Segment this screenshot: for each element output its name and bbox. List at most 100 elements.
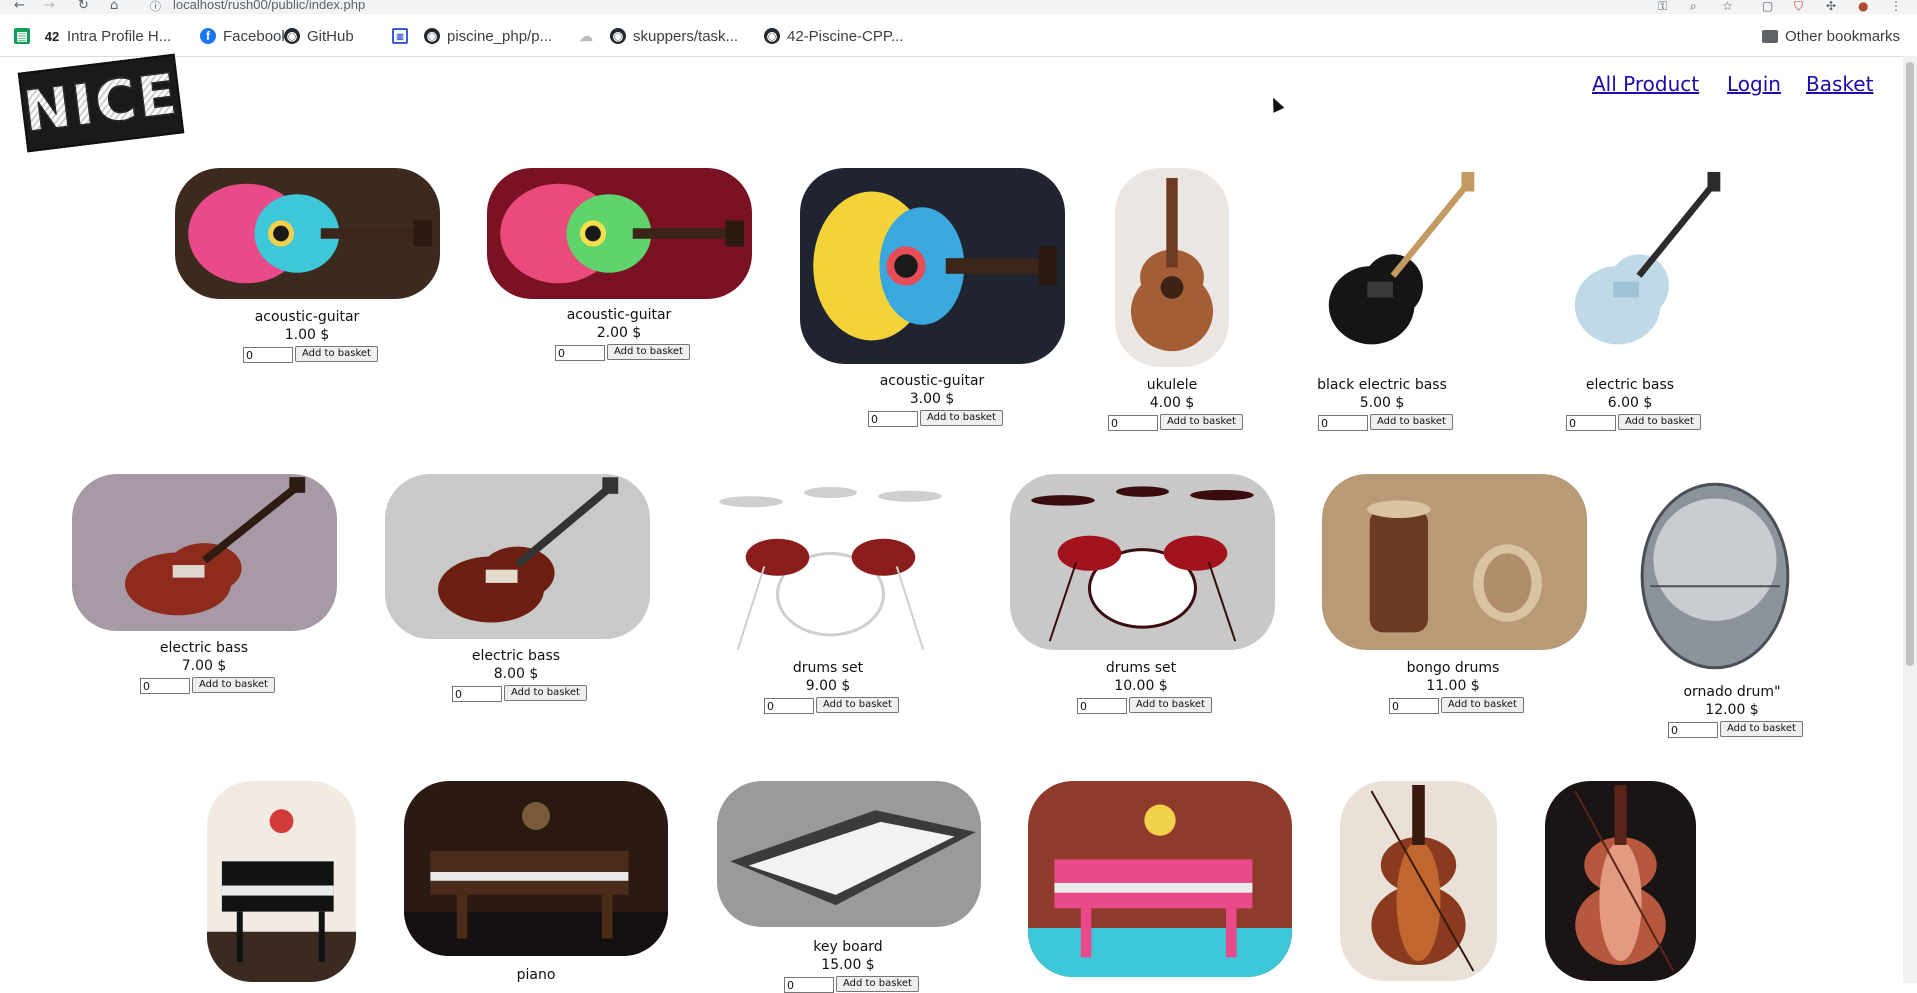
bookmark-label: Intra Profile H... xyxy=(67,27,172,45)
keyboard-image[interactable] xyxy=(717,781,981,927)
product-name: ukulele xyxy=(1146,377,1198,393)
bookmark-item[interactable]: 42 Intra Profile H... xyxy=(44,25,171,47)
bookmark-label: GitHub xyxy=(307,27,354,45)
grand-piano-image[interactable] xyxy=(1028,781,1292,977)
product-price: 3.00 $ xyxy=(909,391,955,407)
add-to-basket-button[interactable]: Add to basket xyxy=(192,677,275,693)
quantity-input[interactable] xyxy=(1566,415,1616,431)
quantity-input[interactable] xyxy=(1668,722,1718,738)
bookmark-item[interactable]: f Facebook xyxy=(200,25,289,47)
bookmark-item[interactable]: ◉ 42-Piscine-CPP... xyxy=(764,25,903,47)
snare-drum-image[interactable] xyxy=(1634,474,1796,678)
nav-all-product[interactable]: All Product xyxy=(1592,72,1699,96)
add-to-basket-button[interactable]: Add to basket xyxy=(1129,697,1212,713)
url-text[interactable]: localhost/rush00/public/index.php xyxy=(173,0,365,12)
bookmark-label: piscine_php/p... xyxy=(447,27,553,45)
violin-image[interactable] xyxy=(1545,781,1696,981)
add-to-basket-button[interactable]: Add to basket xyxy=(1370,414,1453,430)
product-price: 15.00 $ xyxy=(821,957,875,973)
acoustic-guitar-image[interactable] xyxy=(800,168,1065,364)
sheets-icon: ▤ xyxy=(14,28,30,44)
product-name: key board xyxy=(813,939,883,955)
product-name: ornado drum" xyxy=(1683,684,1781,700)
github-icon: ◉ xyxy=(610,28,626,44)
product-price: 11.00 $ xyxy=(1426,678,1480,694)
bookmark-item[interactable]: ◉ piscine_php/p... xyxy=(424,25,552,47)
info-icon[interactable]: ⓘ xyxy=(150,0,161,14)
nav-basket[interactable]: Basket xyxy=(1806,72,1873,96)
github-icon: ◉ xyxy=(764,28,780,44)
quantity-input[interactable] xyxy=(1318,415,1368,431)
reload-icon[interactable]: ↻ xyxy=(78,0,89,12)
violin-image[interactable] xyxy=(1340,781,1497,981)
ukulele-image[interactable] xyxy=(1115,168,1229,367)
quantity-input[interactable] xyxy=(1077,698,1127,714)
quantity-input[interactable] xyxy=(764,698,814,714)
home-icon[interactable]: ⌂ xyxy=(110,0,118,12)
bookmark-item[interactable]: ▤ xyxy=(14,25,30,47)
electric-bass-image[interactable] xyxy=(385,474,650,639)
add-to-basket-button[interactable]: Add to basket xyxy=(836,976,919,992)
quantity-input[interactable] xyxy=(1389,698,1439,714)
product-price: 10.00 $ xyxy=(1114,678,1168,694)
electric-bass-image[interactable] xyxy=(72,474,337,631)
product-price: 7.00 $ xyxy=(181,658,227,674)
grand-piano-image[interactable] xyxy=(404,781,668,956)
browser-toolbar: ← → ↻ ⌂ ⓘ localhost/rush00/public/index.… xyxy=(0,0,1917,14)
bongo-drums-image[interactable] xyxy=(1322,474,1587,650)
electric-bass-image[interactable] xyxy=(1532,168,1746,364)
product-name: drums set xyxy=(792,660,864,676)
zoom-icon[interactable]: ⌕ xyxy=(1690,0,1697,12)
puzzle-icon[interactable]: ✣ xyxy=(1826,0,1836,12)
product-name: electric bass xyxy=(159,640,249,656)
back-icon[interactable]: ← xyxy=(14,0,25,12)
quantity-input[interactable] xyxy=(555,345,605,361)
bookmark-item[interactable]: ◉ skuppers/task... xyxy=(610,25,738,47)
drums-image[interactable] xyxy=(698,474,963,659)
quantity-input[interactable] xyxy=(868,411,918,427)
add-to-basket-button[interactable]: Add to basket xyxy=(1618,414,1701,430)
add-to-basket-button[interactable]: Add to basket xyxy=(1441,697,1524,713)
bookmark-label: 42-Piscine-CPP... xyxy=(787,27,904,45)
acoustic-guitar-image[interactable] xyxy=(175,168,440,299)
product-name: electric bass xyxy=(471,648,561,664)
facebook-icon: f xyxy=(200,28,216,44)
address-bar[interactable]: ⓘ localhost/rush00/public/index.php xyxy=(140,0,1640,13)
quantity-input[interactable] xyxy=(1108,415,1158,431)
site-logo[interactable]: NICE xyxy=(17,53,185,153)
quantity-input[interactable] xyxy=(452,686,502,702)
forward-icon[interactable]: → xyxy=(44,0,55,12)
product-price: 2.00 $ xyxy=(596,325,642,341)
product-price: 5.00 $ xyxy=(1359,395,1405,411)
menu-icon[interactable]: ⋮ xyxy=(1890,0,1902,12)
bookmark-item[interactable]: ☁ xyxy=(578,25,594,47)
electric-bass-image[interactable] xyxy=(1286,168,1500,364)
product-price: 6.00 $ xyxy=(1607,395,1653,411)
nav-login[interactable]: Login xyxy=(1727,72,1781,96)
bookmark-item[interactable]: ◉ GitHub xyxy=(284,25,354,47)
bookmark-item[interactable]: ▥ xyxy=(392,25,408,47)
add-to-basket-button[interactable]: Add to basket xyxy=(504,685,587,701)
star-icon[interactable]: ☆ xyxy=(1722,0,1733,12)
logo-text: NICE xyxy=(20,61,183,145)
grand-piano-image[interactable] xyxy=(207,781,356,982)
add-to-basket-button[interactable]: Add to basket xyxy=(1720,721,1803,737)
drums-image[interactable] xyxy=(1010,474,1275,650)
shield-icon[interactable]: ⛉ xyxy=(1794,0,1803,12)
quantity-input[interactable] xyxy=(140,678,190,694)
other-bookmarks[interactable]: Other bookmarks xyxy=(1762,25,1900,47)
extension-icon[interactable]: ▢ xyxy=(1762,0,1773,12)
quantity-input[interactable] xyxy=(243,347,293,363)
scrollbar-thumb[interactable] xyxy=(1906,62,1914,666)
add-to-basket-button[interactable]: Add to basket xyxy=(920,410,1003,426)
key-icon[interactable]: ⚿ xyxy=(1658,0,1667,12)
quantity-input[interactable] xyxy=(784,977,834,993)
acoustic-guitar-image[interactable] xyxy=(487,168,752,299)
add-to-basket-button[interactable]: Add to basket xyxy=(607,344,690,360)
product-name: black electric bass xyxy=(1317,377,1447,393)
product-price: 9.00 $ xyxy=(805,678,851,694)
add-to-basket-button[interactable]: Add to basket xyxy=(295,346,378,362)
add-to-basket-button[interactable]: Add to basket xyxy=(816,697,899,713)
add-to-basket-button[interactable]: Add to basket xyxy=(1160,414,1243,430)
avatar[interactable]: ● xyxy=(1858,0,1868,12)
